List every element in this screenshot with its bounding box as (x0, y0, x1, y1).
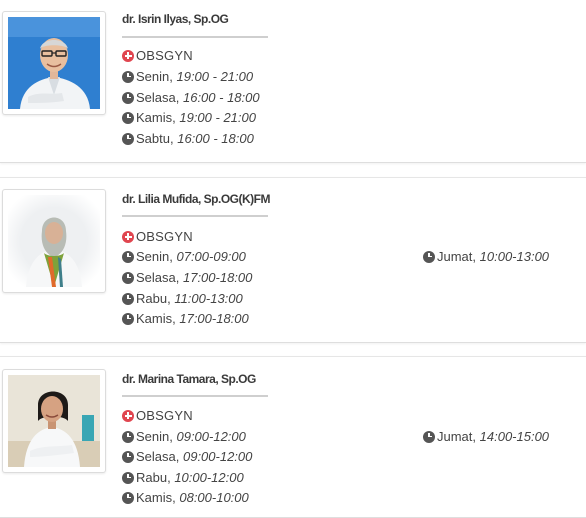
divider (122, 36, 268, 38)
schedule-time: 17:00-18:00 (179, 311, 249, 326)
schedule-line: Selasa, 09:00-12:00 (122, 449, 252, 464)
clock-icon (423, 430, 435, 443)
clock-icon (122, 471, 134, 484)
schedule-line: Sabtu, 16:00 - 18:00 (122, 131, 254, 146)
clock-icon (122, 450, 134, 463)
schedule-time: 19:00 - 21:00 (176, 69, 254, 84)
schedule-line: Senin, 19:00 - 21:00 (122, 69, 253, 84)
schedule-time: 07:00-09:00 (176, 249, 246, 264)
specialty-line: OBSGYN (122, 408, 193, 423)
clock-icon (122, 491, 134, 504)
doctor-name[interactable]: dr. Isrin Ilyas, Sp.OG (122, 12, 229, 26)
clock-icon (122, 271, 134, 284)
clock-icon (122, 250, 134, 263)
clock-icon (423, 250, 435, 263)
specialty-line: OBSGYN (122, 48, 193, 63)
schedule-day: Jumat (437, 429, 473, 444)
specialty-label: OBSGYN (136, 229, 193, 244)
schedule-time: 16:00 - 18:00 (177, 131, 254, 146)
schedule-line: Senin, 09:00-12:00 (122, 429, 246, 444)
doctor-portrait-image (8, 375, 100, 467)
schedule-time: 10:00-13:00 (479, 249, 550, 264)
doctor-card: dr. Marina Tamara, Sp.OG OBSGYN Senin, 0… (0, 356, 586, 518)
clock-icon (122, 91, 134, 104)
schedule-day: Rabu (136, 470, 168, 485)
doctor-card: dr. Lilia Mufida, Sp.OG(K)FM OBSGYN Seni… (0, 177, 586, 343)
schedule-line: Senin, 07:00-09:00 (122, 249, 246, 264)
schedule-day: Senin (136, 249, 170, 264)
clock-icon (122, 70, 134, 83)
schedule-line: Rabu, 10:00-12:00 (122, 470, 244, 485)
medical-cross-icon (122, 230, 134, 243)
schedule-line: Selasa, 16:00 - 18:00 (122, 90, 260, 105)
schedule-line: Rabu, 11:00-13:00 (122, 291, 243, 306)
doctor-name[interactable]: dr. Marina Tamara, Sp.OG (122, 372, 256, 386)
specialty-label: OBSGYN (136, 408, 193, 423)
schedule-day: Senin (136, 429, 170, 444)
schedule-line: Kamis, 17:00-18:00 (122, 311, 249, 326)
doctor-photo[interactable] (2, 11, 106, 115)
schedule-day: Rabu (136, 291, 168, 306)
doctor-photo[interactable] (2, 369, 106, 473)
schedule-line: Kamis, 19:00 - 21:00 (122, 110, 256, 125)
schedule-line: Jumat, 10:00-13:00 (423, 249, 549, 264)
doctor-portrait-image (8, 17, 100, 109)
schedule-line: Jumat, 14:00-15:00 (423, 429, 549, 444)
schedule-time: 10:00-12:00 (174, 470, 244, 485)
schedule-day: Selasa (136, 270, 176, 285)
schedule-day: Selasa (136, 449, 176, 464)
clock-icon (122, 430, 134, 443)
specialty-line: OBSGYN (122, 229, 193, 244)
schedule-day: Kamis (136, 311, 173, 326)
schedule-time: 14:00-15:00 (479, 429, 550, 444)
doctor-card: dr. Isrin Ilyas, Sp.OG OBSGYN Senin, 19:… (0, 0, 586, 163)
schedule-time: 19:00 - 21:00 (179, 110, 256, 125)
schedule-day: Senin (136, 69, 170, 84)
schedule-day: Jumat (437, 249, 473, 264)
specialty-label: OBSGYN (136, 48, 193, 63)
clock-icon (122, 292, 134, 305)
medical-cross-icon (122, 49, 134, 62)
schedule-day: Selasa (136, 90, 176, 105)
schedule-time: 11:00-13:00 (174, 291, 243, 306)
divider (122, 395, 268, 397)
divider (122, 215, 268, 217)
clock-icon (122, 132, 134, 145)
schedule-line: Selasa, 17:00-18:00 (122, 270, 252, 285)
doctor-portrait-image (8, 195, 100, 287)
schedule-day: Kamis (136, 110, 173, 125)
clock-icon (122, 312, 134, 325)
medical-cross-icon (122, 409, 134, 422)
doctor-name[interactable]: dr. Lilia Mufida, Sp.OG(K)FM (122, 192, 271, 206)
doctor-photo[interactable] (2, 189, 106, 293)
schedule-time: 09:00-12:00 (176, 429, 246, 444)
clock-icon (122, 111, 134, 124)
schedule-time: 09:00-12:00 (182, 449, 253, 464)
schedule-day: Sabtu (136, 131, 170, 146)
schedule-time: 16:00 - 18:00 (182, 90, 260, 105)
schedule-time: 17:00-18:00 (182, 270, 253, 285)
